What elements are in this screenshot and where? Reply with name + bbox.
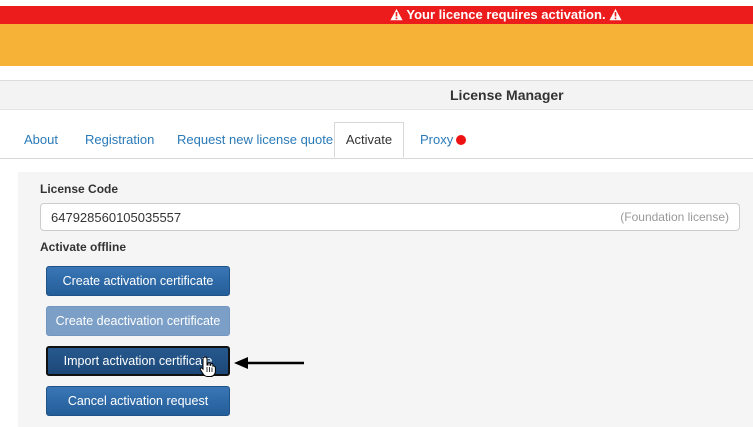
cancel-activation-request-button[interactable]: Cancel activation request: [46, 386, 230, 416]
license-code-value: 647928560105035557: [51, 210, 182, 225]
license-type-hint: (Foundation license): [620, 210, 729, 224]
tab-request-quote[interactable]: Request new license quote: [177, 122, 333, 157]
alert-message: Your licence requires activation.: [406, 7, 606, 22]
tab-proxy-label: Proxy: [420, 132, 454, 147]
create-activation-certificate-button[interactable]: Create activation certificate: [46, 266, 230, 296]
activation-alert-banner: Your licence requires activation.: [0, 6, 753, 24]
header-spacer: [0, 66, 753, 81]
tab-about[interactable]: About: [24, 122, 58, 157]
create-deactivation-certificate-button[interactable]: Create deactivation certificate: [46, 306, 230, 336]
window-title-bar: License Manager: [0, 81, 753, 110]
warning-icon: [390, 8, 403, 21]
tab-registration[interactable]: Registration: [85, 122, 154, 157]
activate-offline-label: Activate offline: [40, 240, 127, 254]
status-dot-icon: [456, 135, 467, 145]
hand-cursor-icon: [199, 356, 216, 377]
annotation-arrow-icon: [234, 357, 304, 369]
tab-activate[interactable]: Activate: [334, 122, 404, 158]
license-code-field[interactable]: 647928560105035557 (Foundation license): [40, 203, 740, 231]
license-code-label: License Code: [40, 182, 119, 196]
tab-proxy[interactable]: Proxy: [420, 122, 467, 157]
header-banner: [0, 24, 753, 66]
warning-icon: [609, 8, 622, 21]
tab-bar: About Registration Request new license q…: [0, 122, 753, 159]
alert-message-row: Your licence requires activation.: [390, 6, 622, 24]
page-title: License Manager: [450, 87, 564, 103]
